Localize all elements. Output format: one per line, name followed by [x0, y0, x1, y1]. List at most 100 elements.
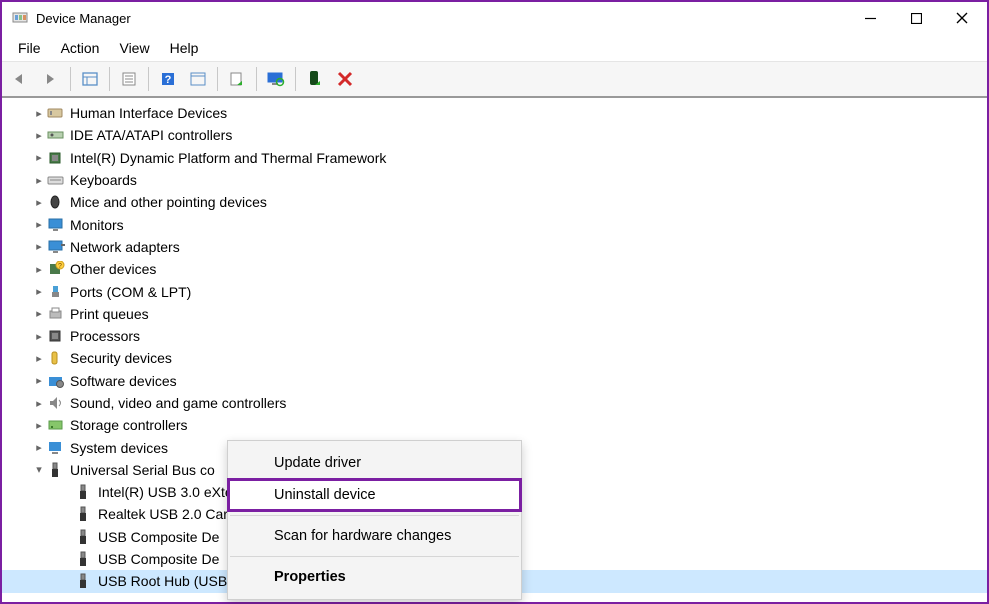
usb-plug-icon: [74, 505, 94, 523]
expander-icon[interactable]: ▾: [32, 463, 46, 476]
tree-label: USB Composite De: [98, 551, 219, 567]
tree-category[interactable]: ▸? Other devices: [2, 258, 987, 280]
show-hide-tree-button[interactable]: [75, 65, 105, 93]
update-driver-button[interactable]: [222, 65, 252, 93]
tree-label: Other devices: [70, 261, 156, 277]
ctx-scan-hardware[interactable]: Scan for hardware changes: [228, 520, 521, 552]
usb-plug-icon: [74, 483, 94, 501]
tree-label: Intel(R) Dynamic Platform and Thermal Fr…: [70, 150, 386, 166]
toolbar-separator: [109, 67, 110, 91]
menubar: File Action View Help: [2, 34, 987, 62]
ctx-update-driver[interactable]: Update driver: [228, 447, 521, 479]
properties-button[interactable]: [114, 65, 144, 93]
tree-category[interactable]: ▸ Ports (COM & LPT): [2, 280, 987, 302]
expander-icon[interactable]: ▸: [32, 419, 46, 432]
menu-view[interactable]: View: [109, 37, 159, 59]
ctx-uninstall-device[interactable]: Uninstall device: [228, 479, 521, 511]
expander-icon[interactable]: ▸: [32, 218, 46, 231]
tree-label: IDE ATA/ATAPI controllers: [70, 127, 232, 143]
toolbar-separator: [256, 67, 257, 91]
toolbar-separator: [148, 67, 149, 91]
tree-category[interactable]: ▸ Human Interface Devices: [2, 102, 987, 124]
tree-label: Monitors: [70, 217, 124, 233]
expander-icon[interactable]: ▸: [32, 107, 46, 120]
tree-category[interactable]: ▸Keyboards: [2, 169, 987, 191]
tree-label: Realtek USB 2.0 Car: [98, 506, 228, 522]
nav-forward-button[interactable]: [36, 65, 66, 93]
tree-category[interactable]: ▸ IDE ATA/ATAPI controllers: [2, 124, 987, 146]
ctx-properties[interactable]: Properties: [228, 561, 521, 593]
usb-plug-icon: [74, 528, 94, 546]
expander-icon[interactable]: ▸: [32, 397, 46, 410]
cpu-icon: [46, 327, 66, 345]
tree-category[interactable]: ▸ Monitors: [2, 213, 987, 235]
expander-icon[interactable]: ▸: [32, 151, 46, 164]
titlebar: Device Manager: [2, 2, 987, 34]
usb-plug-icon: [74, 572, 94, 590]
tree-category[interactable]: ▸ Print queues: [2, 303, 987, 325]
tree-category[interactable]: ▸ Network adapters: [2, 236, 987, 258]
maximize-button[interactable]: [893, 3, 939, 33]
expander-icon[interactable]: ▸: [32, 441, 46, 454]
tree-label: Print queues: [70, 306, 149, 322]
tree-label: Storage controllers: [70, 417, 188, 433]
ide-icon: [46, 126, 66, 144]
menu-help[interactable]: Help: [160, 37, 209, 59]
window-controls: [847, 3, 985, 33]
usb-plug-icon: [74, 550, 94, 568]
tree-label: Mice and other pointing devices: [70, 194, 267, 210]
expander-icon[interactable]: ▸: [32, 174, 46, 187]
tree-label: Intel(R) USB 3.0 eXte: [98, 484, 233, 500]
svg-text:?: ?: [58, 263, 62, 270]
expander-icon[interactable]: ▸: [32, 307, 46, 320]
tree-label: System devices: [70, 440, 168, 456]
expander-icon[interactable]: ▸: [32, 330, 46, 343]
usb-icon: [46, 461, 66, 479]
tree-label: USB Composite De: [98, 529, 219, 545]
expander-icon[interactable]: ▸: [32, 352, 46, 365]
menu-file[interactable]: File: [8, 37, 51, 59]
other-icon: ?: [46, 260, 66, 278]
storage-icon: [46, 416, 66, 434]
tree-label: Ports (COM & LPT): [70, 284, 191, 300]
monitor-icon: [46, 216, 66, 234]
mouse-icon: [46, 193, 66, 211]
close-button[interactable]: [939, 3, 985, 33]
tree-category[interactable]: ▸ Sound, video and game controllers: [2, 392, 987, 414]
menu-action[interactable]: Action: [51, 37, 110, 59]
enable-device-button[interactable]: [300, 65, 330, 93]
tree-category[interactable]: ▸ Security devices: [2, 347, 987, 369]
toolbar-separator: [295, 67, 296, 91]
keyboard-icon: [46, 171, 66, 189]
tree-category[interactable]: ▸ Intel(R) Dynamic Platform and Thermal F…: [2, 147, 987, 169]
toolbar: ?: [2, 62, 987, 98]
tree-category[interactable]: ▸ Storage controllers: [2, 414, 987, 436]
tree-label: Software devices: [70, 373, 177, 389]
tree-label: Human Interface Devices: [70, 105, 227, 121]
expander-icon[interactable]: ▸: [32, 196, 46, 209]
scan-monitor-button[interactable]: [261, 65, 291, 93]
tree-label: Network adapters: [70, 239, 180, 255]
svg-text:?: ?: [165, 74, 172, 86]
help-button[interactable]: ?: [153, 65, 183, 93]
ctx-separator: [230, 556, 519, 557]
expander-icon[interactable]: ▸: [32, 285, 46, 298]
tree-category[interactable]: ▸ Software devices: [2, 370, 987, 392]
uninstall-device-button[interactable]: [330, 65, 360, 93]
expander-icon[interactable]: ▸: [32, 263, 46, 276]
tree-category[interactable]: ▸ Processors: [2, 325, 987, 347]
expander-icon[interactable]: ▸: [32, 129, 46, 142]
ctx-separator: [230, 515, 519, 516]
sound-icon: [46, 394, 66, 412]
tree-label: Processors: [70, 328, 140, 344]
tree-category[interactable]: ▸ Mice and other pointing devices: [2, 191, 987, 213]
expander-icon[interactable]: ▸: [32, 240, 46, 253]
expander-icon[interactable]: ▸: [32, 374, 46, 387]
tree-label: Security devices: [70, 350, 172, 366]
action-list-button[interactable]: [183, 65, 213, 93]
tree-label: Sound, video and game controllers: [70, 395, 286, 411]
hid-icon: [46, 104, 66, 122]
port-icon: [46, 283, 66, 301]
nav-back-button[interactable]: [6, 65, 36, 93]
minimize-button[interactable]: [847, 3, 893, 33]
